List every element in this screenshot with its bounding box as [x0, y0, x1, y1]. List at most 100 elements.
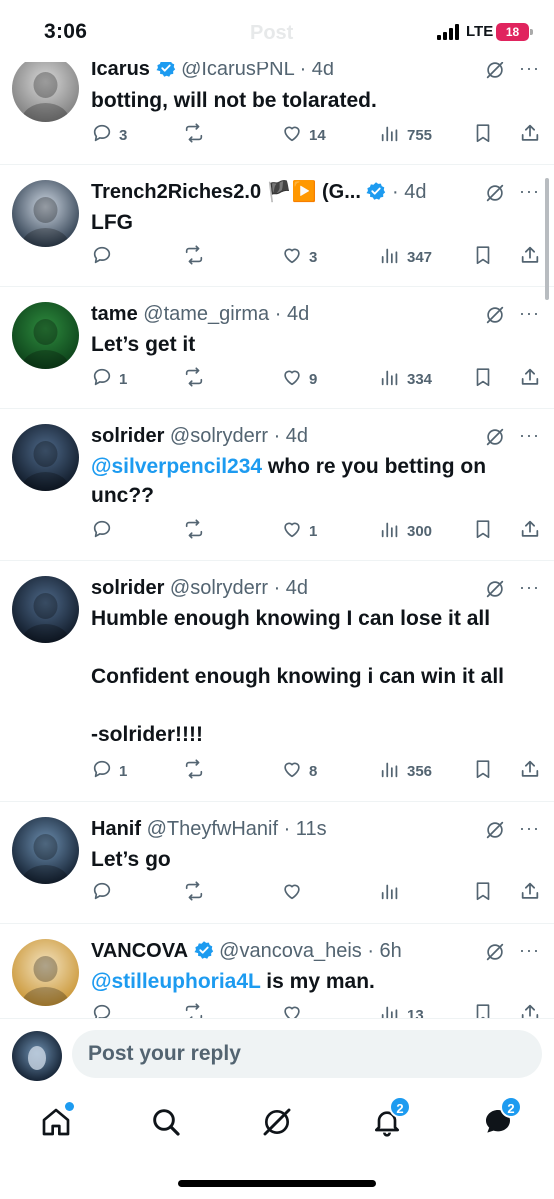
more-icon[interactable]: ···: [519, 304, 540, 322]
repost-button[interactable]: [183, 366, 211, 392]
avatar[interactable]: [12, 817, 79, 884]
views-button[interactable]: 347: [379, 244, 432, 270]
share-button[interactable]: [519, 366, 541, 392]
reply-button[interactable]: [91, 880, 119, 906]
share-button[interactable]: [519, 244, 541, 270]
reply-button[interactable]: [91, 518, 119, 544]
reply-header: tame @tame_girma · 4d: [91, 302, 309, 326]
grok-icon[interactable]: [484, 578, 506, 600]
tab-grok[interactable]: [257, 1102, 297, 1142]
reply-button[interactable]: [91, 1002, 119, 1018]
like-button[interactable]: 8: [281, 758, 317, 784]
handle[interactable]: @solryderr: [170, 577, 268, 599]
like-button[interactable]: 1: [281, 518, 317, 544]
verified-badge: [366, 181, 386, 203]
avatar[interactable]: [12, 576, 79, 643]
share-button[interactable]: [519, 1002, 541, 1018]
handle[interactable]: @vancova_heis: [219, 940, 362, 962]
repost-button[interactable]: [183, 1002, 211, 1018]
views-count: 13: [407, 1006, 424, 1019]
views-button[interactable]: 13: [379, 1002, 424, 1018]
reply-paragraph: Let’s get it: [91, 330, 543, 359]
avatar[interactable]: [12, 302, 79, 369]
repost-button[interactable]: [183, 758, 211, 784]
grok-icon[interactable]: [484, 304, 506, 326]
bookmark-button[interactable]: [472, 880, 494, 906]
battery-tip: [530, 29, 533, 35]
more-icon[interactable]: ···: [519, 941, 540, 959]
reply-icon: [91, 758, 113, 784]
more-icon[interactable]: ···: [519, 182, 540, 200]
bookmark-button[interactable]: [472, 758, 494, 784]
more-icon[interactable]: ···: [519, 819, 540, 837]
repost-button[interactable]: [183, 244, 211, 270]
handle[interactable]: @solryderr: [170, 425, 268, 447]
share-button[interactable]: [519, 122, 541, 148]
display-name[interactable]: Hanif: [91, 818, 141, 840]
mention-link[interactable]: @stilleuphoria4L: [91, 970, 260, 993]
repost-button[interactable]: [183, 880, 211, 906]
avatar[interactable]: [12, 939, 79, 1006]
like-button[interactable]: 3: [281, 244, 317, 270]
reply-button[interactable]: 3: [91, 122, 127, 148]
reply-post[interactable]: solrider @solryderr · 4d ··· Humble enough…: [0, 561, 554, 802]
grok-icon[interactable]: [484, 182, 506, 204]
mention-link[interactable]: @silverpencil234: [91, 455, 262, 478]
like-button[interactable]: 14: [281, 122, 326, 148]
reply-button[interactable]: 1: [91, 758, 127, 784]
more-icon[interactable]: ···: [519, 578, 540, 596]
display-name[interactable]: Trench2Riches2.0: [91, 181, 261, 203]
bookmark-button[interactable]: [472, 244, 494, 270]
replies-feed[interactable]: Icarus @IcarusPNL · 4d ··· botting, will n…: [0, 0, 554, 1018]
grok-icon[interactable]: [484, 426, 506, 448]
views-button[interactable]: 356: [379, 758, 432, 784]
tab-search[interactable]: [146, 1102, 186, 1142]
tab-messages[interactable]: 2: [478, 1096, 522, 1142]
avatar[interactable]: [12, 55, 79, 122]
tab-notifications[interactable]: 2: [367, 1096, 411, 1142]
display-name[interactable]: solrider: [91, 577, 164, 599]
reply-input[interactable]: [72, 1030, 542, 1078]
reply-post[interactable]: solrider @solryderr · 4d ··· @silverpencil…: [0, 409, 554, 561]
tab-home[interactable]: [36, 1102, 76, 1142]
bookmark-button[interactable]: [472, 518, 494, 544]
display-name[interactable]: solrider: [91, 425, 164, 447]
avatar[interactable]: [12, 180, 79, 247]
reply-post[interactable]: VANCOVA @vancova_heis · 6h ··· @stilleupho…: [0, 924, 554, 1018]
like-button[interactable]: [281, 1002, 309, 1018]
views-button[interactable]: 300: [379, 518, 432, 544]
repost-button[interactable]: [183, 122, 211, 148]
reply-text-segment: Humble enough knowing I can lose it all: [91, 607, 491, 630]
reply-button[interactable]: 1: [91, 366, 127, 392]
reply-post[interactable]: Hanif @TheyfwHanif · 11s ··· Let’s go: [0, 802, 554, 924]
bookmark-button[interactable]: [472, 122, 494, 148]
scrollbar[interactable]: [545, 178, 549, 300]
share-button[interactable]: [519, 518, 541, 544]
avatar[interactable]: [12, 424, 79, 491]
grok-icon[interactable]: [484, 941, 506, 963]
more-icon[interactable]: ···: [519, 59, 540, 77]
grok-icon[interactable]: [484, 59, 506, 81]
action-bar: 1 9 334: [91, 366, 543, 392]
views-button[interactable]: 755: [379, 122, 432, 148]
more-icon[interactable]: ···: [519, 426, 540, 444]
bookmark-button[interactable]: [472, 366, 494, 392]
avatar[interactable]: [12, 1031, 62, 1081]
share-button[interactable]: [519, 880, 541, 906]
handle[interactable]: @tame_girma: [143, 303, 269, 325]
bookmark-button[interactable]: [472, 1002, 494, 1018]
grok-icon[interactable]: [484, 819, 506, 841]
display-name[interactable]: VANCOVA: [91, 940, 188, 962]
views-button[interactable]: 334: [379, 366, 432, 392]
handle[interactable]: @TheyfwHanif: [147, 818, 278, 840]
like-button[interactable]: [281, 880, 309, 906]
like-button[interactable]: 9: [281, 366, 317, 392]
repost-button[interactable]: [183, 518, 211, 544]
reply-button[interactable]: [91, 244, 119, 270]
display-name[interactable]: tame: [91, 303, 138, 325]
reply-paragraph: Let’s go: [91, 845, 543, 874]
share-button[interactable]: [519, 758, 541, 784]
reply-post[interactable]: tame @tame_girma · 4d ··· Let’s get it 1 9 33…: [0, 287, 554, 409]
reply-post[interactable]: Trench2Riches2.0 🏴▶️ (G... · 4d ··· LFG 3 34…: [0, 165, 554, 287]
views-button[interactable]: [379, 880, 407, 906]
